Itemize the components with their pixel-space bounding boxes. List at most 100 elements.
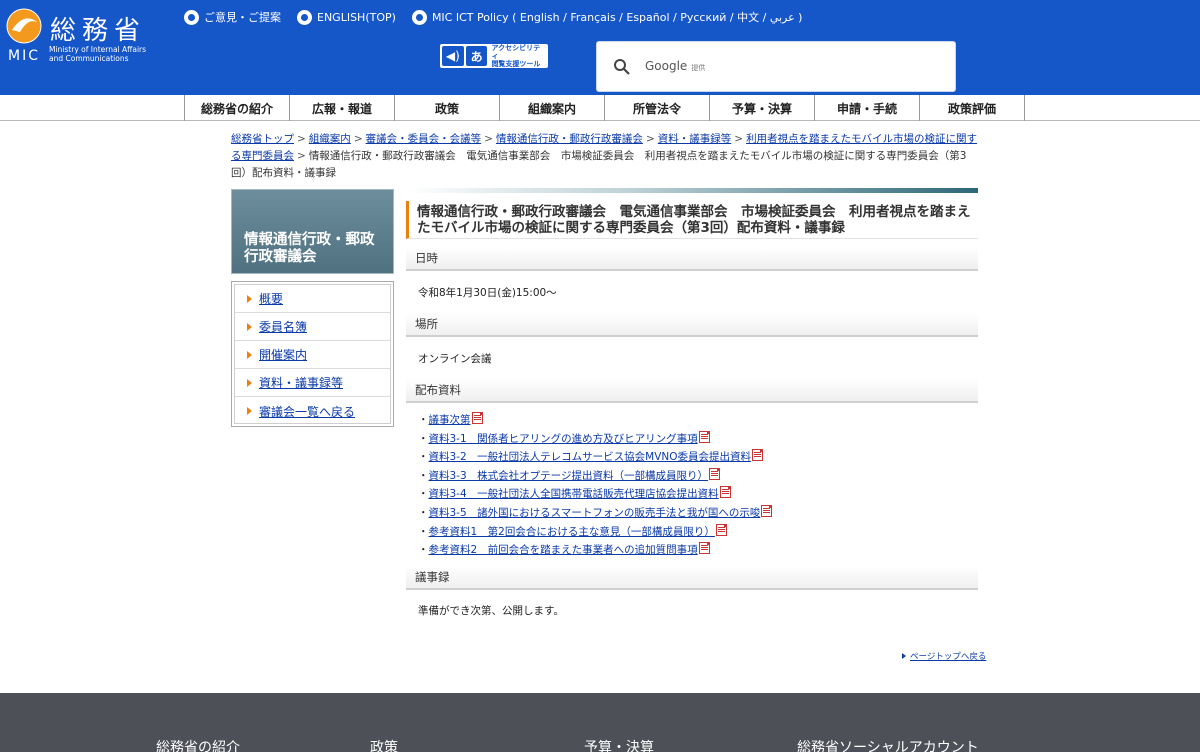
- section-heading-documents: 配布資料: [406, 379, 978, 403]
- logo-english-line2: and Communications: [49, 54, 129, 63]
- toplink-label: MIC ICT Policy ( English / Français / Es…: [431, 11, 803, 24]
- arrow-right-icon: [902, 653, 906, 659]
- sidebar-item-label[interactable]: 概要: [259, 290, 283, 307]
- sidebar-item-label[interactable]: 委員名簿: [259, 318, 307, 335]
- footer-item-social[interactable]: 総務省ソーシャルアカウント: [797, 737, 979, 752]
- document-link[interactable]: 資料3-1 関係者ヒアリングの進め方及びヒアリング事項: [429, 433, 698, 445]
- breadcrumb-link[interactable]: 審議会・委員会・会議等: [366, 133, 482, 145]
- main-area: 総務省トップ > 組織案内 > 審議会・委員会・会議等 > 情報通信行政・郵政行政審議会 > 資…: [0, 121, 1200, 693]
- breadcrumb-separator: >: [353, 133, 363, 145]
- gnav-item-laws[interactable]: 所管法令: [605, 95, 710, 121]
- hiragana-a-icon: あ: [465, 46, 488, 66]
- pdf-icon: [698, 430, 710, 443]
- document-link[interactable]: 資料3-2 一般社団法人テレコムサービス協会MVNO委員会提出資料: [429, 451, 752, 463]
- search-icon[interactable]: [613, 58, 631, 76]
- sidebar-item-label[interactable]: 開催案内: [259, 346, 307, 363]
- document-link[interactable]: 参考資料2 前回会合を踏まえた事業者への追加質問事項: [429, 544, 698, 556]
- accessibility-label: アクセシビリティ 閲覧支援ツール: [491, 44, 546, 68]
- breadcrumb-link[interactable]: 資料・議事録等: [658, 133, 732, 145]
- arrow-right-icon: [247, 350, 252, 359]
- list-item: ・参考資料2 前回会合を踏まえた事業者への追加質問事項: [418, 541, 978, 560]
- gnav-item-press[interactable]: 広報・報道: [290, 95, 395, 121]
- document-link[interactable]: 資料3-4 一般社団法人全国携帯電話販売代理店協会提出資料: [429, 488, 719, 500]
- toplink-opinion[interactable]: ご意見・ご提案: [184, 9, 281, 25]
- list-item: ・資料3-2 一般社団法人テレコムサービス協会MVNO委員会提出資料: [418, 448, 978, 467]
- list-item: ・議事次第: [418, 411, 978, 430]
- document-link[interactable]: 資料3-5 諸外国におけるスマートフォンの販売手法と我が国への示唆: [429, 507, 761, 519]
- content-column: 情報通信行政・郵政行政審議会 電気通信事業部会 市場検証委員会 利用者視点を踏ま…: [406, 201, 978, 632]
- breadcrumb: 総務省トップ > 組織案内 > 審議会・委員会・会議等 > 情報通信行政・郵政行政審議会 > 資…: [231, 131, 978, 182]
- sidebar-item-meetings[interactable]: 開催案内: [235, 341, 390, 369]
- footer-item-about[interactable]: 総務省の紹介: [156, 737, 240, 752]
- gnav-item-about[interactable]: 総務省の紹介: [185, 95, 290, 121]
- accessibility-tool-button[interactable]: ◀) あ アクセシビリティ 閲覧支援ツール: [440, 44, 548, 68]
- accessibility-label-line2: 閲覧支援ツール: [491, 60, 541, 68]
- page-title: 情報通信行政・郵政行政審議会 電気通信事業部会 市場検証委員会 利用者視点を踏ま…: [406, 201, 978, 239]
- gnav-item-organization[interactable]: 組織案内: [500, 95, 605, 121]
- logo-mic: MIC: [8, 48, 40, 64]
- gnav-item-budget[interactable]: 予算・決算: [710, 95, 815, 121]
- arrow-right-icon: [247, 294, 252, 303]
- pdf-icon: [761, 504, 773, 517]
- arrow-right-icon: [247, 322, 252, 331]
- document-list: ・議事次第 ・資料3-1 関係者ヒアリングの進め方及びヒアリング事項 ・資料3-…: [406, 403, 978, 566]
- sidebar-item-label[interactable]: 資料・議事録等: [259, 374, 343, 391]
- gnav-item-policy[interactable]: 政策: [395, 95, 500, 121]
- list-item: ・資料3-3 株式会社オプテージ提出資料（一部構成員限り）: [418, 467, 978, 486]
- circle-bullet-icon: [411, 9, 427, 25]
- document-link[interactable]: 参考資料1 第2回会合における主な意見（一部構成員限り）: [429, 526, 715, 538]
- breadcrumb-link[interactable]: 情報通信行政・郵政行政審議会: [496, 133, 643, 145]
- logo-english-name: Ministry of Internal Affairs and Communi…: [49, 45, 179, 63]
- pdf-icon: [698, 542, 710, 555]
- section-heading-date: 日時: [406, 247, 978, 271]
- section-heading-place: 場所: [406, 313, 978, 337]
- arrow-right-icon: [247, 407, 252, 415]
- gnav-item-applications[interactable]: 申請・手続: [815, 95, 920, 121]
- sidebar-title-box: 情報通信行政・郵政行政審議会: [231, 189, 394, 274]
- search-provider: Google 提供: [645, 59, 705, 73]
- toplink-ict-policy[interactable]: MIC ICT Policy ( English / Français / Es…: [411, 9, 803, 25]
- circle-bullet-icon: [297, 9, 312, 25]
- circle-bullet-icon: [184, 9, 199, 25]
- pdf-icon: [719, 486, 731, 499]
- breadcrumb-separator: >: [645, 133, 655, 145]
- breadcrumb-link[interactable]: 総務省トップ: [231, 133, 294, 145]
- site-footer: 総務省の紹介 政策 予算・決算 総務省ソーシャルアカウント: [0, 693, 1200, 752]
- breadcrumb-separator: >: [734, 133, 744, 145]
- place-value: オンライン会議: [418, 352, 492, 365]
- sidebar-item-members[interactable]: 委員名簿: [235, 313, 390, 341]
- minutes-value: 準備ができ次第、公開します。: [418, 605, 564, 618]
- google-label: Google: [645, 59, 688, 73]
- section-heading-minutes: 議事録: [406, 565, 978, 590]
- sidebar-item-materials[interactable]: 資料・議事録等: [235, 369, 390, 397]
- breadcrumb-separator: >: [297, 150, 306, 162]
- pdf-icon: [471, 412, 483, 424]
- top-links: ご意見・ご提案 ENGLISH(TOP) MIC ICT Policy ( En…: [184, 8, 818, 26]
- site-logo[interactable]: 総務省 MIC Ministry of Internal Affairs and…: [6, 8, 166, 68]
- document-link[interactable]: 議事次第: [429, 414, 471, 426]
- breadcrumb-link[interactable]: 組織案内: [309, 133, 351, 145]
- sidebar-item-overview[interactable]: 概要: [235, 285, 390, 313]
- toplink-english[interactable]: ENGLISH(TOP): [297, 9, 396, 25]
- gnav-item-evaluation[interactable]: 政策評価: [920, 95, 1025, 121]
- list-item: ・資料3-4 一般社団法人全国携帯電話販売代理店協会提出資料: [418, 485, 978, 504]
- page-top-link[interactable]: ページトップへ戻る: [902, 650, 986, 662]
- document-link[interactable]: 資料3-3 株式会社オプテージ提出資料（一部構成員限り）: [429, 470, 708, 482]
- page-top-label: ページトップへ戻る: [910, 652, 987, 662]
- sidebar-item-label[interactable]: 審議会一覧へ戻る: [259, 403, 355, 420]
- toplink-label: ENGLISH(TOP): [317, 10, 396, 24]
- global-nav: 総務省の紹介 広報・報道 政策 組織案内 所管法令 予算・決算 申請・手続 政策…: [0, 95, 1200, 121]
- list-item: ・参考資料1 第2回会合における主な意見（一部構成員限り）: [418, 523, 978, 542]
- breadcrumb-separator: >: [484, 133, 493, 145]
- arrow-right-icon: [247, 378, 252, 387]
- ministry-logo-icon: [6, 8, 42, 44]
- footer-item-policy[interactable]: 政策: [370, 737, 398, 752]
- speaker-icon: ◀): [442, 46, 464, 66]
- footer-item-budget[interactable]: 予算・決算: [584, 737, 654, 752]
- pdf-icon: [708, 467, 720, 480]
- logo-english-line1: Ministry of Internal Affairs: [49, 45, 147, 54]
- sidebar-item-back[interactable]: 審議会一覧へ戻る: [235, 397, 390, 425]
- logo-kanji: 総務省: [50, 16, 147, 46]
- search-box[interactable]: Google 提供: [596, 41, 956, 92]
